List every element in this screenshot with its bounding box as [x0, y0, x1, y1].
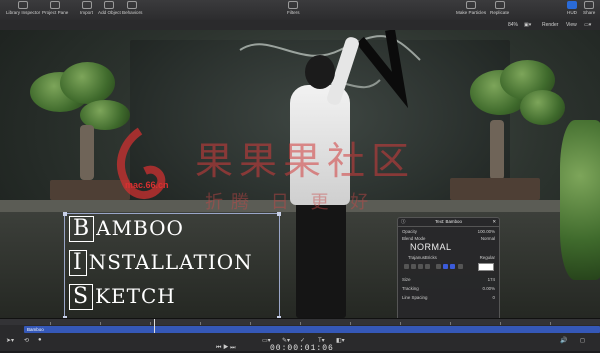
- valign-middle-button[interactable]: [443, 264, 448, 269]
- make-particles-button[interactable]: Make Particles: [456, 1, 486, 15]
- tracking-row[interactable]: Tracking 0.00%: [402, 286, 495, 292]
- import-button[interactable]: Import: [80, 1, 93, 15]
- hud-icon: [567, 1, 577, 9]
- align-right-button[interactable]: [418, 264, 423, 269]
- text-tool-icon[interactable]: T▾: [318, 337, 325, 344]
- mask-tool-icon[interactable]: ◧▾: [336, 337, 345, 344]
- text-color-well[interactable]: [478, 263, 494, 271]
- filters-button[interactable]: Filters: [287, 1, 300, 15]
- opacity-value[interactable]: 100.00%: [478, 229, 495, 234]
- title-line-2: I NSTALLATION: [69, 250, 253, 276]
- font-select[interactable]: TrajanusBricks: [408, 255, 437, 260]
- playhead[interactable]: [154, 319, 155, 333]
- behaviors-icon: [127, 1, 138, 9]
- library-inspector-button[interactable]: Library Inspector: [6, 1, 40, 15]
- style-preview[interactable]: NORMAL: [410, 242, 452, 252]
- replicate-button[interactable]: Replicate: [490, 1, 509, 15]
- blend-mode-select[interactable]: Normal: [481, 236, 495, 241]
- project-pane-button[interactable]: Project Pane: [42, 1, 68, 15]
- hud-button[interactable]: HUD: [567, 1, 577, 15]
- add-object-icon: [104, 1, 115, 9]
- filters-icon: [288, 1, 299, 9]
- import-icon: [81, 1, 92, 9]
- align-left-button[interactable]: [404, 264, 409, 269]
- line-spacing-value[interactable]: 0: [493, 295, 495, 300]
- hud-header[interactable]: ⓘ Text: Bamboo ✕: [398, 218, 499, 227]
- layout-icon[interactable]: ▭▾: [584, 22, 591, 28]
- plant-right-edge: [560, 120, 600, 280]
- title-line-1: B AMBOO: [69, 216, 184, 242]
- watermark-text: 果果果社区: [195, 139, 416, 183]
- share-button[interactable]: Share: [583, 1, 595, 15]
- title-line-3: S KETCH: [69, 284, 176, 310]
- audio-icon[interactable]: 🔊: [560, 337, 567, 344]
- canvas-viewer[interactable]: mac.66.cn 果果果社区 折腾 日 更 好 B AMBOO I NSTALLA…: [0, 30, 600, 318]
- share-icon: [584, 1, 595, 9]
- hud-title: Text: Bamboo: [435, 219, 462, 224]
- mini-timeline[interactable]: Bamboo ➤▾ ⟲ ● ▭▾ ✎▾ ✓ T▾ ◧▾ ⏮ ▶ ⏭ 00:00:…: [0, 318, 600, 353]
- tracking-value[interactable]: 0.00%: [483, 286, 495, 291]
- resize-handle[interactable]: [277, 212, 281, 216]
- valign-bottom-button[interactable]: [450, 264, 455, 269]
- watermark-subtext: 折腾 日 更 好: [205, 192, 377, 213]
- select-tool-icon[interactable]: ➤▾: [6, 337, 14, 344]
- add-object-button[interactable]: Add Object: [98, 1, 121, 15]
- size-row[interactable]: Size 174: [402, 277, 495, 283]
- shape-tool-icon[interactable]: ▭▾: [262, 337, 271, 344]
- timeline-clip[interactable]: Bamboo: [24, 326, 600, 333]
- project-pane-icon: [50, 1, 61, 9]
- timecode-display[interactable]: 00:00:01:06: [270, 344, 334, 353]
- justify-button[interactable]: [425, 264, 430, 269]
- person-legs: [296, 200, 346, 318]
- particles-icon: [466, 1, 477, 9]
- record-icon[interactable]: ●: [38, 337, 42, 343]
- resize-handle[interactable]: [63, 212, 67, 216]
- opacity-row[interactable]: Opacity 100.00%: [402, 229, 495, 235]
- behaviors-button[interactable]: Behaviors: [122, 1, 142, 15]
- pen-tool-icon[interactable]: ✎▾: [282, 337, 290, 344]
- view-menu[interactable]: View: [566, 22, 577, 28]
- valign-top-button[interactable]: [436, 264, 441, 269]
- close-icon[interactable]: ✕: [492, 218, 496, 226]
- text-hud-inspector[interactable]: ⓘ Text: Bamboo ✕ Opacity 100.00% Blend M…: [397, 217, 500, 318]
- library-icon: [18, 1, 29, 9]
- info-icon[interactable]: ⓘ: [401, 218, 405, 226]
- play-controls[interactable]: ⏮ ▶ ⏭: [216, 345, 236, 352]
- mute-icon[interactable]: ◻: [580, 337, 585, 344]
- loop-icon[interactable]: ⟲: [24, 337, 29, 344]
- channels-icon[interactable]: ▣▾: [524, 22, 531, 28]
- title-text-object[interactable]: B AMBOO I NSTALLATION S KETCH: [63, 212, 281, 318]
- watermark-logo: [117, 127, 166, 199]
- render-menu[interactable]: Render: [542, 22, 558, 28]
- line-spacing-row[interactable]: Line Spacing 0: [402, 295, 495, 301]
- person-head: [305, 55, 335, 89]
- font-weight-select[interactable]: Regular: [480, 255, 495, 260]
- zoom-menu[interactable]: 84%: [508, 22, 518, 28]
- align-center-button[interactable]: [411, 264, 416, 269]
- main-toolbar: Library Inspector Project Pane Import Ad…: [0, 0, 600, 21]
- paint-tool-icon[interactable]: ✓: [300, 337, 305, 344]
- watermark-site: mac.66.cn: [125, 180, 169, 190]
- font-row[interactable]: TrajanusBricks Regular: [402, 255, 495, 261]
- text-direction-button[interactable]: [458, 264, 463, 269]
- replicate-icon: [494, 1, 505, 9]
- size-value[interactable]: 174: [488, 277, 495, 282]
- time-ruler[interactable]: [0, 319, 600, 325]
